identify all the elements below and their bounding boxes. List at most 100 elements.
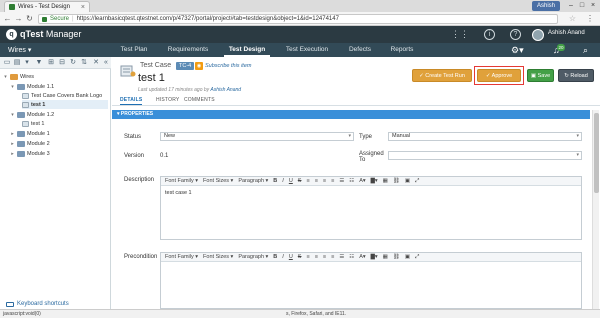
tree-item-root[interactable]: ▾ Wires <box>3 72 34 81</box>
italic-icon[interactable]: I <box>282 178 284 184</box>
tab-details[interactable]: DETAILS <box>120 97 143 105</box>
underline-icon[interactable]: U <box>289 254 293 260</box>
keyboard-shortcuts-link[interactable]: Keyboard shortcuts <box>6 301 69 307</box>
fullscreen-icon[interactable]: ⤢ <box>415 178 419 185</box>
info-icon[interactable]: i <box>484 29 495 40</box>
page-title[interactable]: test 1 <box>138 72 165 84</box>
subscribe-link[interactable]: Subscribe this item <box>205 63 251 69</box>
collapse-toggle-icon[interactable]: ▾ <box>10 84 15 90</box>
tree-item-testcase[interactable]: Test Case Covers Bank Logo <box>22 91 102 100</box>
expand-toggle-icon[interactable]: ▸ <box>10 151 15 157</box>
new-testcase-icon[interactable]: ▤ <box>13 59 21 67</box>
approve-button[interactable]: ✓ Approve <box>477 69 521 82</box>
maximize-icon[interactable]: □ <box>577 0 587 12</box>
tree-item-module-1-1[interactable]: ▾ Module 1.1 <box>10 82 54 91</box>
tab-test-execution[interactable]: Test Execution <box>282 43 332 57</box>
tab-reports[interactable]: Reports <box>387 43 417 57</box>
delete-icon[interactable]: ✕ <box>92 59 100 67</box>
align-left-icon[interactable]: ≡ <box>306 254 309 260</box>
strikethrough-icon[interactable]: S <box>298 178 302 184</box>
numbered-list-icon[interactable]: ☷ <box>349 254 354 260</box>
reload-page-icon[interactable]: ↻ <box>25 14 34 24</box>
align-justify-icon[interactable]: ≡ <box>331 254 334 260</box>
bullet-list-icon[interactable]: ☰ <box>339 178 344 184</box>
bold-icon[interactable]: B <box>273 178 277 184</box>
fullscreen-icon[interactable]: ⤢ <box>415 254 419 261</box>
italic-icon[interactable]: I <box>282 254 284 260</box>
window-close-icon[interactable]: × <box>588 0 598 12</box>
minimize-icon[interactable]: – <box>566 0 576 12</box>
back-icon[interactable]: ← <box>3 14 12 24</box>
close-icon[interactable]: × <box>81 4 85 11</box>
numbered-list-icon[interactable]: ☷ <box>349 178 354 184</box>
description-text[interactable]: test case 1 <box>161 186 581 200</box>
table-icon[interactable]: ▦ <box>383 254 388 260</box>
font-sizes-dropdown[interactable]: Font Sizes ▾ <box>203 178 233 184</box>
text-color-icon[interactable]: A▾ <box>359 254 365 260</box>
tree-item-module-3[interactable]: ▸ Module 3 <box>10 149 50 158</box>
project-selector[interactable]: Wires ▾ <box>8 46 31 54</box>
description-editor[interactable]: Font Family ▾ Font Sizes ▾ Paragraph ▾ B… <box>160 176 582 240</box>
status-select[interactable]: New ▾ <box>160 132 354 141</box>
apps-grid-icon[interactable]: ⋮⋮ <box>451 29 469 40</box>
tab-requirements[interactable]: Requirements <box>163 43 213 57</box>
type-select[interactable]: Manual ▾ <box>388 132 582 141</box>
link-icon[interactable]: ⛓ <box>393 178 400 184</box>
font-sizes-dropdown[interactable]: Font Sizes ▾ <box>203 254 233 260</box>
bullet-list-icon[interactable]: ☰ <box>339 254 344 260</box>
url-field[interactable]: Secure | https://learnbasicqtest.qtestne… <box>38 14 558 24</box>
tree-item-testcase[interactable]: test 1 <box>22 119 44 128</box>
tree-item-testcase-selected[interactable]: test 1 <box>22 100 108 109</box>
move-icon[interactable]: ⇅ <box>80 59 88 67</box>
user-name[interactable]: Ashish Anand <box>548 30 585 36</box>
align-right-icon[interactable]: ≡ <box>323 178 326 184</box>
tab-defects[interactable]: Defects <box>345 43 375 57</box>
underline-icon[interactable]: U <box>289 178 293 184</box>
help-icon[interactable]: ? <box>510 29 521 40</box>
precondition-text[interactable] <box>161 262 581 270</box>
collapse-toggle-icon[interactable]: ▾ <box>3 74 8 80</box>
create-test-run-button[interactable]: ✓ Create Test Run <box>412 69 472 82</box>
qtest-logo-icon[interactable]: q <box>6 29 17 40</box>
save-button[interactable]: ▣ Save <box>527 69 554 82</box>
last-updated-author[interactable]: Ashish Anand <box>210 87 241 93</box>
highlight-color-icon[interactable]: ▇▾ <box>371 178 378 184</box>
image-icon[interactable]: ▣ <box>405 254 410 260</box>
filter-icon[interactable]: ▼ <box>35 59 43 67</box>
font-family-dropdown[interactable]: Font Family ▾ <box>165 254 198 260</box>
rss-icon[interactable]: ◉ <box>195 62 203 70</box>
strikethrough-icon[interactable]: S <box>298 254 302 260</box>
bookmark-star-icon[interactable]: ☆ <box>569 14 576 23</box>
expand-toggle-icon[interactable]: ▸ <box>10 131 15 137</box>
gear-icon[interactable]: ⚙▾ <box>511 45 524 56</box>
forward-icon[interactable]: → <box>14 14 23 24</box>
align-justify-icon[interactable]: ≡ <box>331 178 334 184</box>
browser-menu-icon[interactable]: ⋮ <box>586 14 594 23</box>
browser-profile-chip[interactable]: Ashish <box>531 1 560 11</box>
precondition-editor[interactable]: Font Family ▾ Font Sizes ▾ Paragraph ▾ B… <box>160 252 582 309</box>
tab-history[interactable]: HISTORY <box>156 97 179 103</box>
assigned-to-select[interactable]: ▾ <box>388 151 582 160</box>
align-center-icon[interactable]: ≡ <box>315 178 318 184</box>
scrollbar[interactable] <box>592 110 599 309</box>
expand-toggle-icon[interactable]: ▸ <box>10 141 15 147</box>
refresh-tree-icon[interactable]: ↻ <box>69 59 77 67</box>
align-right-icon[interactable]: ≡ <box>323 254 326 260</box>
scrollbar-thumb[interactable] <box>594 113 599 193</box>
tree-item-module-2[interactable]: ▸ Module 2 <box>10 139 50 148</box>
reload-button[interactable]: ↻ Reload <box>558 69 594 82</box>
align-left-icon[interactable]: ≡ <box>306 178 309 184</box>
collapse-icon[interactable]: ⊟ <box>58 59 66 67</box>
tab-test-design[interactable]: Test Design <box>224 43 270 57</box>
new-folder-icon[interactable]: ▭ <box>3 59 11 67</box>
font-family-dropdown[interactable]: Font Family ▾ <box>165 178 198 184</box>
tab-comments[interactable]: COMMENTS <box>184 97 215 103</box>
tree-options-icon[interactable]: ▾ <box>23 59 31 67</box>
image-icon[interactable]: ▣ <box>405 178 410 184</box>
tab-test-plan[interactable]: Test Plan <box>114 43 154 57</box>
text-color-icon[interactable]: A▾ <box>359 178 365 184</box>
bold-icon[interactable]: B <box>273 254 277 260</box>
paragraph-dropdown[interactable]: Paragraph ▾ <box>238 178 268 184</box>
collapse-toggle-icon[interactable]: ▾ <box>10 112 15 118</box>
paragraph-dropdown[interactable]: Paragraph ▾ <box>238 254 268 260</box>
